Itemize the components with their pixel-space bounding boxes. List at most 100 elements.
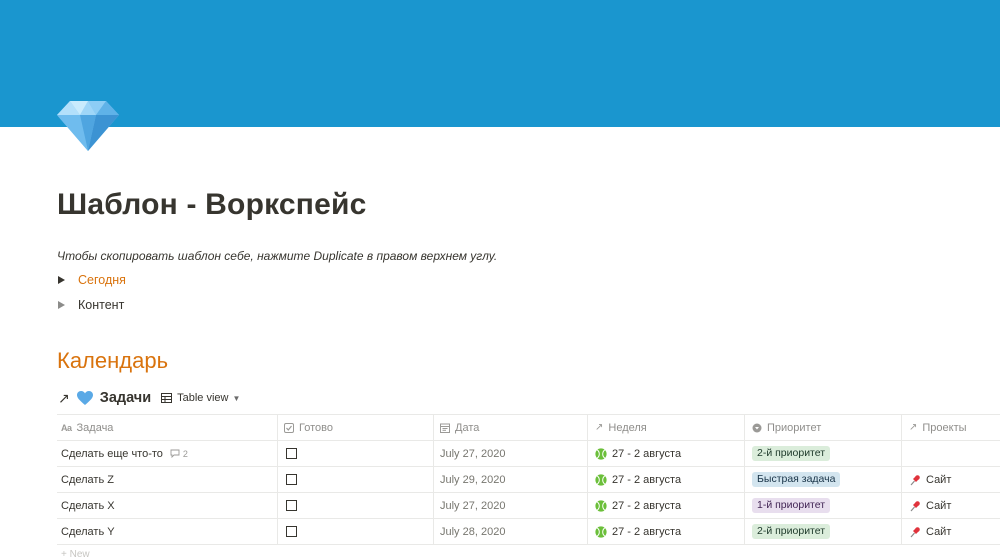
tennis-ball-icon <box>595 447 607 460</box>
column-label: Дата <box>455 421 480 434</box>
column-label: Приоритет <box>767 421 822 434</box>
done-checkbox[interactable] <box>286 474 297 485</box>
pushpin-icon <box>910 526 920 537</box>
week-cell[interactable]: 27 - 2 августа <box>587 441 744 466</box>
project-value: Сайт <box>926 473 952 486</box>
week-link[interactable]: 27 - 2 августа <box>595 526 681 538</box>
task-title[interactable]: Сделать Z <box>61 474 114 486</box>
table-row[interactable]: Сделать Z July 29, 2020 27 - 2 августа Б… <box>57 467 1000 493</box>
done-checkbox[interactable] <box>286 500 297 511</box>
column-header-done[interactable]: Готово <box>277 415 433 440</box>
week-link[interactable]: 27 - 2 августа <box>595 474 681 486</box>
project-link[interactable]: Сайт <box>909 474 951 486</box>
database-title[interactable]: Задачи <box>100 390 151 406</box>
tennis-ball-icon <box>595 499 607 512</box>
week-value: 27 - 2 августа <box>612 447 682 460</box>
projects-cell[interactable]: Сайт <box>901 467 1000 492</box>
toggle-today[interactable]: Сегодня <box>58 273 126 287</box>
week-value: 27 - 2 августа <box>612 473 682 486</box>
done-checkbox[interactable] <box>286 526 297 537</box>
page-cover[interactable] <box>0 0 1000 127</box>
project-link[interactable]: Сайт <box>909 500 951 512</box>
projects-cell[interactable]: Сайт <box>901 493 1000 518</box>
task-title[interactable]: Сделать Y <box>61 526 115 538</box>
tennis-ball-icon <box>595 473 607 486</box>
calendar-icon <box>440 423 450 433</box>
arrow-up-right-icon[interactable]: ↗ <box>58 390 70 407</box>
priority-tag: Быстрая задача <box>752 472 841 487</box>
week-value: 27 - 2 августа <box>612 525 682 538</box>
task-title[interactable]: Сделать X <box>61 500 115 512</box>
column-header-week[interactable]: ↗ Неделя <box>587 415 744 440</box>
new-row-button[interactable]: + New <box>61 549 90 560</box>
week-cell[interactable]: 27 - 2 августа <box>587 467 744 492</box>
table-row[interactable]: Сделать еще что-то 2 July 27, 2020 27 - … <box>57 441 1000 467</box>
date-value: July 27, 2020 <box>440 499 506 512</box>
database-header: ↗ Задачи Table view ▼ <box>58 387 240 409</box>
select-icon <box>752 423 762 433</box>
projects-cell[interactable]: Сайт <box>901 519 1000 544</box>
project-link[interactable]: Сайт <box>909 526 951 538</box>
comment-icon <box>170 449 180 458</box>
priority-cell[interactable]: 1-й приоритет <box>744 493 901 518</box>
page-title[interactable]: Шаблон - Воркспейс <box>57 188 367 222</box>
comment-count[interactable]: 2 <box>170 449 188 459</box>
task-cell[interactable]: Сделать Z <box>57 467 277 492</box>
task-title[interactable]: Сделать еще что-то <box>61 448 163 460</box>
table-header-row: Aa Задача Готово Дата ↗ Неделя Приоритет <box>57 415 1000 441</box>
column-label: Проекты <box>922 421 967 434</box>
checkbox-icon <box>284 422 294 433</box>
pushpin-icon <box>910 474 920 485</box>
view-switcher[interactable]: Table view ▼ <box>161 392 240 404</box>
task-cell[interactable]: Сделать X <box>57 493 277 518</box>
date-cell[interactable]: July 27, 2020 <box>433 493 587 518</box>
toggle-label[interactable]: Контент <box>78 298 124 312</box>
priority-cell[interactable]: 2-й приоритет <box>744 441 901 466</box>
week-cell[interactable]: 27 - 2 августа <box>587 519 744 544</box>
week-link[interactable]: 27 - 2 августа <box>595 448 681 460</box>
relation-arrow-icon: ↗ <box>595 422 604 433</box>
done-cell <box>277 467 433 492</box>
tasks-table: Aa Задача Готово Дата ↗ Неделя Приоритет <box>57 414 1000 545</box>
priority-cell[interactable]: 2-й приоритет <box>744 519 901 544</box>
week-link[interactable]: 27 - 2 августа <box>595 500 681 512</box>
toggle-triangle-icon[interactable] <box>58 301 65 309</box>
text-aa-icon: Aa <box>61 422 72 433</box>
chevron-down-icon: ▼ <box>232 393 241 403</box>
column-header-date[interactable]: Дата <box>433 415 587 440</box>
week-value: 27 - 2 августа <box>612 499 682 512</box>
date-cell[interactable]: July 28, 2020 <box>433 519 587 544</box>
priority-cell[interactable]: Быстрая задача <box>744 467 901 492</box>
section-heading: Календарь <box>57 348 169 373</box>
date-value: July 29, 2020 <box>440 473 506 486</box>
column-header-task[interactable]: Aa Задача <box>57 415 277 440</box>
date-value: July 27, 2020 <box>440 447 506 460</box>
task-cell[interactable]: Сделать еще что-то 2 <box>57 441 277 466</box>
toggle-triangle-icon[interactable] <box>58 276 65 284</box>
column-header-priority[interactable]: Приоритет <box>744 415 901 440</box>
projects-cell[interactable] <box>901 441 1000 466</box>
done-checkbox[interactable] <box>286 448 297 459</box>
date-cell[interactable]: July 27, 2020 <box>433 441 587 466</box>
column-header-projects[interactable]: ↗ Проекты <box>901 415 1000 440</box>
table-row[interactable]: Сделать Y July 28, 2020 27 - 2 августа 2… <box>57 519 1000 545</box>
comment-count-value: 2 <box>182 448 188 459</box>
date-cell[interactable]: July 29, 2020 <box>433 467 587 492</box>
project-value: Сайт <box>926 525 952 538</box>
table-row[interactable]: Сделать X July 27, 2020 27 - 2 августа 1… <box>57 493 1000 519</box>
task-cell[interactable]: Сделать Y <box>57 519 277 544</box>
gem-icon[interactable] <box>56 97 120 153</box>
toggle-content[interactable]: Контент <box>58 298 124 312</box>
toggle-label[interactable]: Сегодня <box>78 273 126 287</box>
table-icon <box>161 393 173 403</box>
done-cell <box>277 493 433 518</box>
done-cell <box>277 441 433 466</box>
pushpin-icon <box>910 500 920 511</box>
done-cell <box>277 519 433 544</box>
relation-arrow-icon: ↗ <box>909 422 918 433</box>
tennis-ball-icon <box>595 525 607 538</box>
priority-tag: 2-й приоритет <box>752 524 831 539</box>
priority-tag: 1-й приоритет <box>752 498 831 513</box>
week-cell[interactable]: 27 - 2 августа <box>587 493 744 518</box>
view-label: Table view <box>177 392 229 404</box>
